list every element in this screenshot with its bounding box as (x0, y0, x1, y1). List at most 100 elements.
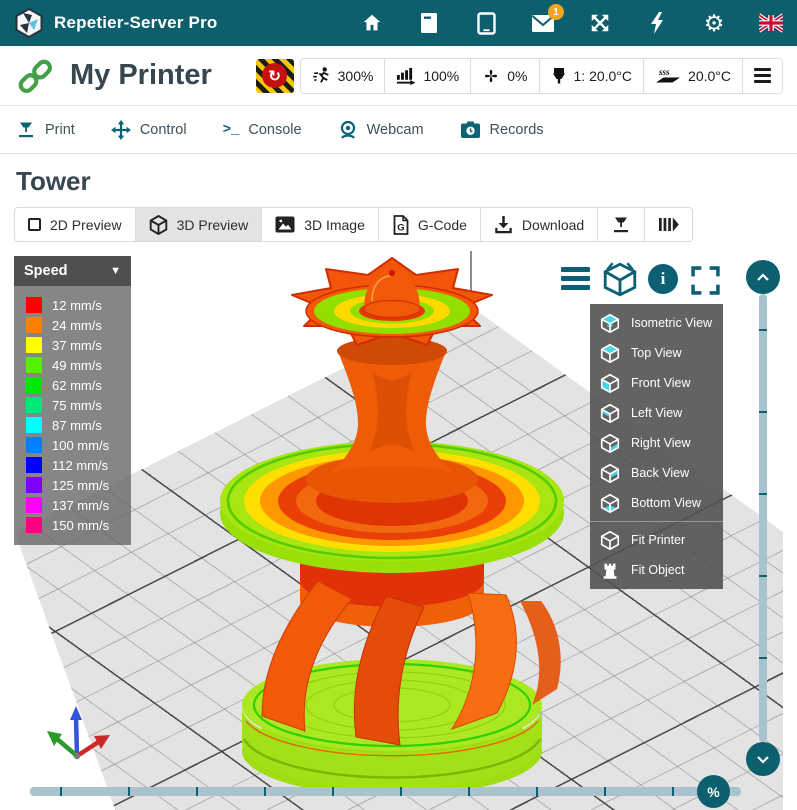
button-label: 2D Preview (50, 217, 122, 233)
color-swatch (26, 437, 42, 453)
chevron-down-icon (756, 755, 770, 764)
button-gcode[interactable]: G G-Code (378, 208, 480, 241)
speed-factor-value: 300% (338, 68, 374, 84)
flow-bars-icon (396, 66, 416, 85)
preview-mode-toolbar: 2D Preview 3D Preview 3D Image G G-Code … (14, 207, 693, 242)
speed-factor-button[interactable]: 300% (301, 59, 385, 93)
layers-play-icon (658, 216, 679, 233)
flow-factor-button[interactable]: 100% (384, 59, 470, 93)
chevron-down-icon: ▼ (110, 265, 121, 277)
tab-console[interactable]: >_ Console (223, 122, 302, 138)
legend-title: Speed (24, 263, 68, 279)
fan-icon (482, 67, 500, 85)
color-swatch (26, 377, 42, 393)
legend-item: 100 mm/s (14, 435, 131, 455)
color-swatch (26, 417, 42, 433)
gcode-title: Tower (16, 166, 797, 197)
info-icon[interactable]: i (648, 264, 678, 294)
legend-body: 12 mm/s 24 mm/s 37 mm/s 49 mm/s 62 mm/s … (14, 286, 131, 545)
speed-legend: Speed ▼ 12 mm/s 24 mm/s 37 mm/s 49 mm/s … (14, 256, 131, 545)
percent-mode-button[interactable]: % (697, 775, 730, 808)
tab-records[interactable]: Records (460, 121, 544, 139)
cube-icon (149, 215, 168, 235)
viewport-menu-icon[interactable] (561, 267, 590, 290)
tab-label: Records (490, 122, 544, 138)
legend-item: 24 mm/s (14, 315, 131, 335)
legend-item: 37 mm/s (14, 335, 131, 355)
tab-label: Print (45, 122, 75, 138)
legend-item: 75 mm/s (14, 395, 131, 415)
layer-up-button[interactable] (746, 260, 780, 294)
color-swatch (26, 497, 42, 513)
color-swatch (26, 517, 42, 533)
menu-item-front-view[interactable]: Front View (590, 368, 723, 398)
menu-item-isometric-view[interactable]: Isometric View (590, 308, 723, 338)
menu-item-back-view[interactable]: Back View (590, 458, 723, 488)
button-3d-image[interactable]: 3D Image (261, 208, 378, 241)
menu-separator (590, 521, 723, 522)
print-icon (16, 120, 36, 140)
button-download[interactable]: Download (480, 208, 597, 241)
fullscreen-icon[interactable] (691, 266, 720, 300)
button-2d-preview[interactable]: 2D Preview (15, 208, 135, 241)
extruder-temp-value: 1: 20.0°C (574, 68, 633, 84)
records-camera-icon (460, 121, 481, 139)
menu-item-top-view[interactable]: Top View (590, 338, 723, 368)
legend-mode-dropdown[interactable]: Speed ▼ (14, 256, 131, 286)
app-title: Repetier-Server Pro (54, 13, 217, 33)
language-flag-icon[interactable] (759, 11, 783, 35)
menu-item-fit-printer[interactable]: Fit Printer (590, 525, 723, 555)
viewport-views-icon[interactable] (601, 260, 639, 303)
color-swatch (26, 457, 42, 473)
button-print-this[interactable] (597, 208, 644, 241)
printer-tabs: Print Control >_ Console Webcam Records (0, 106, 797, 154)
extruder-icon (551, 67, 567, 85)
tablet-icon[interactable] (474, 11, 498, 35)
console-prompt-icon: >_ (223, 122, 240, 138)
menu-item-right-view[interactable]: Right View (590, 428, 723, 458)
home-icon[interactable] (360, 11, 384, 35)
extruder-temp-button[interactable]: 1: 20.0°C (539, 59, 644, 93)
server-icon[interactable] (417, 11, 441, 35)
settings-gear-icon[interactable]: ⚙ (702, 11, 726, 35)
fan-button[interactable]: 0% (470, 59, 538, 93)
rook-icon (599, 559, 621, 581)
webcam-icon (338, 120, 358, 140)
color-swatch (26, 357, 42, 373)
button-label: G-Code (418, 217, 467, 233)
expand-arrows-icon[interactable] (588, 11, 612, 35)
bed-corner-edge (470, 251, 472, 305)
download-icon (494, 215, 513, 234)
legend-item: 87 mm/s (14, 415, 131, 435)
emergency-stop-button[interactable]: ↻ (256, 59, 294, 93)
button-label: 3D Preview (177, 217, 249, 233)
printer-nozzle-icon (611, 215, 631, 235)
tab-webcam[interactable]: Webcam (338, 120, 424, 140)
menu-item-fit-object[interactable]: Fit Object (590, 555, 723, 585)
bed-temp-button[interactable]: sss 20.0°C (643, 59, 742, 93)
chevron-up-icon (756, 273, 770, 282)
printer-menu-button[interactable] (742, 59, 782, 93)
legend-item: 49 mm/s (14, 355, 131, 375)
layer-slider-vertical[interactable] (759, 294, 767, 742)
color-swatch (26, 317, 42, 333)
2d-square-icon (28, 218, 41, 231)
color-swatch (26, 397, 42, 413)
color-swatch (26, 297, 42, 313)
messages-icon[interactable]: 1 (531, 11, 555, 35)
legend-item: 150 mm/s (14, 515, 131, 535)
menu-item-left-view[interactable]: Left View (590, 398, 723, 428)
menu-item-bottom-view[interactable]: Bottom View (590, 488, 723, 518)
tab-control[interactable]: Control (111, 120, 187, 140)
progress-slider-horizontal[interactable] (30, 787, 741, 796)
power-bolt-icon[interactable] (645, 11, 669, 35)
printer-header: My Printer ↻ 300% 100% (0, 46, 797, 106)
view-menu: Isometric View Top View Front View Left … (590, 304, 723, 589)
heated-bed-icon: sss (655, 67, 681, 85)
tab-print[interactable]: Print (16, 120, 75, 140)
button-layer-range[interactable] (644, 208, 692, 241)
gcode-3d-viewport[interactable]: Speed ▼ 12 mm/s 24 mm/s 37 mm/s 49 mm/s … (0, 251, 797, 810)
button-3d-preview[interactable]: 3D Preview (135, 208, 262, 241)
layer-down-button[interactable] (746, 742, 780, 776)
printer-name: My Printer (70, 59, 212, 92)
